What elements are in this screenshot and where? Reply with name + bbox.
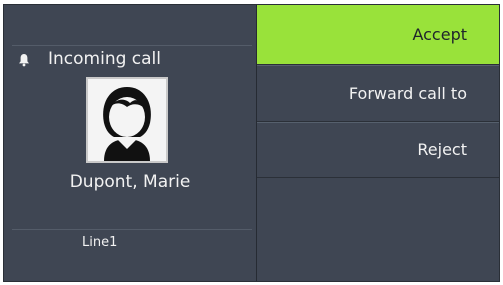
- forward-call-button[interactable]: Forward call to: [257, 65, 499, 122]
- accept-label: Accept: [412, 25, 467, 44]
- divider: [12, 45, 252, 46]
- caller-info-panel: Incoming call Dupont, Marie Line1: [4, 5, 256, 281]
- reject-button[interactable]: Reject: [257, 122, 499, 178]
- divider: [12, 229, 252, 230]
- action-panel: Accept Forward call to Reject: [257, 5, 499, 281]
- bell-icon: [18, 52, 30, 67]
- empty-action-area: [257, 178, 499, 281]
- accept-button[interactable]: Accept: [257, 5, 499, 65]
- line-label: Line1: [82, 235, 118, 250]
- call-status: Incoming call: [18, 49, 161, 69]
- call-screen: Incoming call Dupont, Marie Line1 Accept…: [3, 4, 500, 282]
- call-status-text: Incoming call: [48, 49, 161, 69]
- caller-name: Dupont, Marie: [69, 172, 191, 192]
- forward-call-label: Forward call to: [348, 84, 467, 103]
- caller-avatar: [86, 77, 168, 163]
- reject-label: Reject: [417, 140, 467, 159]
